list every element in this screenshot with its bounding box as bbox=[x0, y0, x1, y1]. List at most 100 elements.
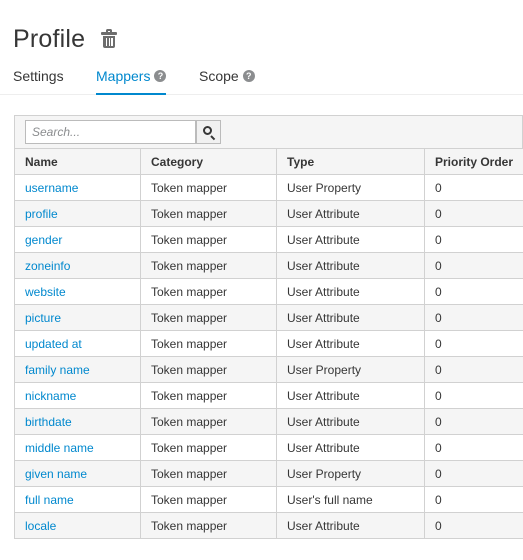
name-cell: gender bbox=[14, 226, 141, 253]
priority-cell: 0 bbox=[424, 330, 523, 357]
tab-mappers-label: Mappers bbox=[96, 68, 151, 84]
category-cell: Token mapper bbox=[140, 330, 277, 357]
category-cell: Token mapper bbox=[140, 408, 277, 435]
category-cell: Token mapper bbox=[140, 226, 277, 253]
type-cell: User Property bbox=[276, 460, 425, 487]
type-cell: User Attribute bbox=[276, 512, 425, 539]
table-row: updated at Token mapper User Attribute 0 bbox=[14, 330, 523, 357]
mappers-table: Name Category Type Priority Order userna… bbox=[14, 148, 523, 539]
name-cell: website bbox=[14, 278, 141, 305]
mapper-name-link[interactable]: full name bbox=[25, 493, 74, 507]
help-icon[interactable]: ? bbox=[154, 70, 167, 82]
mapper-name-link[interactable]: profile bbox=[25, 207, 58, 221]
table-row: username Token mapper User Property 0 bbox=[14, 174, 523, 201]
type-cell: User Attribute bbox=[276, 252, 425, 279]
table-row: gender Token mapper User Attribute 0 bbox=[14, 226, 523, 253]
tab-mappers[interactable]: Mappers ? bbox=[96, 68, 167, 95]
table-row: website Token mapper User Attribute 0 bbox=[14, 278, 523, 305]
table-row: locale Token mapper User Attribute 0 bbox=[14, 512, 523, 539]
category-cell: Token mapper bbox=[140, 174, 277, 201]
name-cell: profile bbox=[14, 200, 141, 227]
priority-cell: 0 bbox=[424, 486, 523, 513]
category-cell: Token mapper bbox=[140, 460, 277, 487]
type-cell: User Attribute bbox=[276, 434, 425, 461]
search-button[interactable] bbox=[196, 120, 221, 144]
help-icon[interactable]: ? bbox=[242, 70, 255, 82]
table-toolbar bbox=[14, 115, 523, 148]
type-cell: User Attribute bbox=[276, 382, 425, 409]
priority-cell: 0 bbox=[424, 200, 523, 227]
name-cell: zoneinfo bbox=[14, 252, 141, 279]
priority-cell: 0 bbox=[424, 174, 523, 201]
name-cell: full name bbox=[14, 486, 141, 513]
name-cell: updated at bbox=[14, 330, 141, 357]
category-cell: Token mapper bbox=[140, 434, 277, 461]
type-cell: User Attribute bbox=[276, 278, 425, 305]
priority-cell: 0 bbox=[424, 278, 523, 305]
trash-icon[interactable] bbox=[101, 29, 118, 49]
priority-cell: 0 bbox=[424, 382, 523, 409]
priority-cell: 0 bbox=[424, 252, 523, 279]
table-row: full name Token mapper User's full name 0 bbox=[14, 486, 523, 513]
priority-cell: 0 bbox=[424, 434, 523, 461]
type-cell: User Property bbox=[276, 174, 425, 201]
page-title: Profile bbox=[13, 24, 86, 53]
type-cell: User Attribute bbox=[276, 226, 425, 253]
name-cell: username bbox=[14, 174, 141, 201]
column-header-type[interactable]: Type bbox=[276, 148, 425, 175]
table-row: given name Token mapper User Property 0 bbox=[14, 460, 523, 487]
tab-settings[interactable]: Settings bbox=[13, 68, 64, 95]
name-cell: middle name bbox=[14, 434, 141, 461]
column-header-name[interactable]: Name bbox=[14, 148, 141, 175]
type-cell: User Property bbox=[276, 356, 425, 383]
tab-scope[interactable]: Scope ? bbox=[199, 68, 255, 95]
name-cell: family name bbox=[14, 356, 141, 383]
name-cell: picture bbox=[14, 304, 141, 331]
type-cell: User's full name bbox=[276, 486, 425, 513]
name-cell: locale bbox=[14, 512, 141, 539]
priority-cell: 0 bbox=[424, 356, 523, 383]
tab-bar: Settings Mappers ? Scope ? bbox=[0, 60, 523, 95]
priority-cell: 0 bbox=[424, 460, 523, 487]
name-cell: given name bbox=[14, 460, 141, 487]
type-cell: User Attribute bbox=[276, 200, 425, 227]
table-row: zoneinfo Token mapper User Attribute 0 bbox=[14, 252, 523, 279]
type-cell: User Attribute bbox=[276, 408, 425, 435]
priority-cell: 0 bbox=[424, 226, 523, 253]
mapper-name-link[interactable]: updated at bbox=[25, 337, 82, 351]
name-cell: birthdate bbox=[14, 408, 141, 435]
category-cell: Token mapper bbox=[140, 512, 277, 539]
mapper-name-link[interactable]: given name bbox=[25, 467, 87, 481]
type-cell: User Attribute bbox=[276, 330, 425, 357]
column-header-priority-order[interactable]: Priority Order bbox=[424, 148, 523, 175]
priority-cell: 0 bbox=[424, 408, 523, 435]
mapper-name-link[interactable]: birthdate bbox=[25, 415, 72, 429]
category-cell: Token mapper bbox=[140, 252, 277, 279]
priority-cell: 0 bbox=[424, 304, 523, 331]
mapper-name-link[interactable]: nickname bbox=[25, 389, 76, 403]
mapper-name-link[interactable]: gender bbox=[25, 233, 62, 247]
tab-settings-label: Settings bbox=[13, 68, 64, 84]
mapper-name-link[interactable]: website bbox=[25, 285, 66, 299]
table-row: family name Token mapper User Property 0 bbox=[14, 356, 523, 383]
table-row: nickname Token mapper User Attribute 0 bbox=[14, 382, 523, 409]
tab-scope-label: Scope bbox=[199, 68, 239, 84]
search-input[interactable] bbox=[25, 120, 196, 144]
mapper-name-link[interactable]: username bbox=[25, 181, 78, 195]
page-header: Profile bbox=[13, 22, 118, 56]
table-row: middle name Token mapper User Attribute 0 bbox=[14, 434, 523, 461]
mapper-name-link[interactable]: picture bbox=[25, 311, 61, 325]
mapper-name-link[interactable]: zoneinfo bbox=[25, 259, 70, 273]
table-row: birthdate Token mapper User Attribute 0 bbox=[14, 408, 523, 435]
mapper-name-link[interactable]: family name bbox=[25, 363, 90, 377]
table-row: profile Token mapper User Attribute 0 bbox=[14, 200, 523, 227]
table-row: picture Token mapper User Attribute 0 bbox=[14, 304, 523, 331]
table-header-row: Name Category Type Priority Order bbox=[14, 148, 523, 175]
category-cell: Token mapper bbox=[140, 278, 277, 305]
column-header-category[interactable]: Category bbox=[140, 148, 277, 175]
category-cell: Token mapper bbox=[140, 356, 277, 383]
mapper-name-link[interactable]: middle name bbox=[25, 441, 94, 455]
priority-cell: 0 bbox=[424, 512, 523, 539]
type-cell: User Attribute bbox=[276, 304, 425, 331]
mapper-name-link[interactable]: locale bbox=[25, 519, 56, 533]
